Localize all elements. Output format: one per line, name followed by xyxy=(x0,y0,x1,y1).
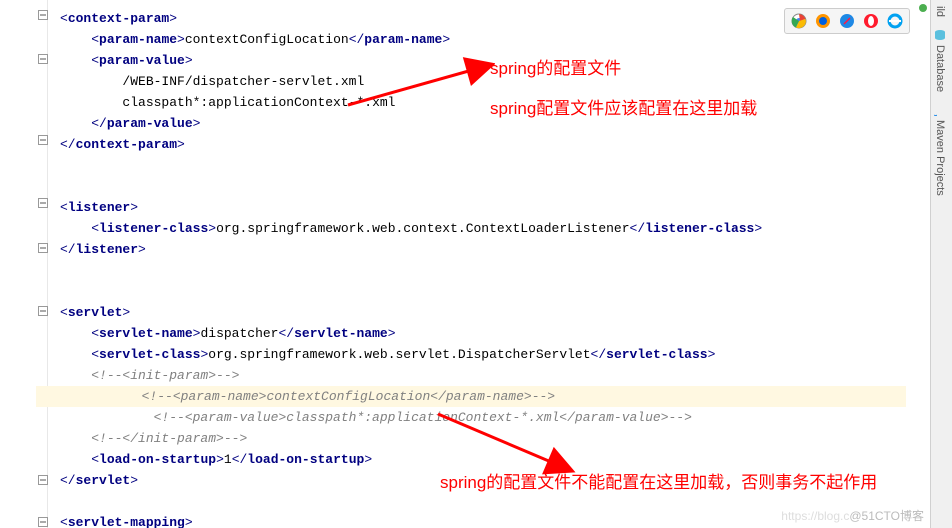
opera-icon[interactable] xyxy=(863,13,879,29)
code-line[interactable]: <servlet-name>dispatcher</servlet-name> xyxy=(48,323,920,344)
fold-toggle-icon[interactable] xyxy=(38,198,48,208)
code-line[interactable]: </context-param> xyxy=(48,134,920,155)
tab-label: ild xyxy=(934,6,946,17)
code-line[interactable]: <!--</init-param>--> xyxy=(48,428,920,449)
code-line[interactable] xyxy=(48,281,920,302)
editor-gutter xyxy=(0,0,48,528)
annotation-text: spring的配置文件 xyxy=(490,57,621,81)
code-line[interactable]: /WEB-INF/dispatcher-servlet.xml xyxy=(48,71,920,92)
code-line[interactable]: <load-on-startup>1</load-on-startup> xyxy=(48,449,920,470)
fold-toggle-icon[interactable] xyxy=(38,306,48,316)
code-line[interactable]: classpath*:applicationContext-*.xml xyxy=(48,92,920,113)
scroll-marker-icon xyxy=(918,2,928,12)
code-line[interactable] xyxy=(48,155,920,176)
ie-icon[interactable] xyxy=(887,13,903,29)
code-line[interactable]: <servlet-class>org.springframework.web.s… xyxy=(48,344,920,365)
tool-window-build-tab[interactable]: ild xyxy=(931,0,949,23)
tab-label: Database xyxy=(934,45,946,92)
code-line[interactable]: <!--<init-param>--> xyxy=(48,365,920,386)
code-line[interactable]: <param-value> xyxy=(48,50,920,71)
watermark-text: https://blog.c@51CTO博客 xyxy=(781,507,924,524)
code-line[interactable] xyxy=(48,176,920,197)
fold-toggle-icon[interactable] xyxy=(38,10,48,20)
tool-window-database-tab[interactable]: Database xyxy=(931,23,949,98)
annotation-text: spring的配置文件不能配置在这里加载，否则事务不起作用 xyxy=(440,471,880,495)
maven-icon: m xyxy=(934,104,946,116)
tab-label: Maven Projects xyxy=(934,120,946,196)
firefox-icon[interactable] xyxy=(815,13,831,29)
fold-end-icon[interactable] xyxy=(38,243,48,253)
svg-text:m: m xyxy=(934,114,941,116)
browser-preview-toolbar xyxy=(784,8,910,34)
code-line[interactable]: <listener> xyxy=(48,197,920,218)
fold-toggle-icon[interactable] xyxy=(38,517,48,527)
fold-end-icon[interactable] xyxy=(38,135,48,145)
fold-toggle-icon[interactable] xyxy=(38,54,48,64)
code-line[interactable] xyxy=(48,260,920,281)
chrome-icon[interactable] xyxy=(791,13,807,29)
tool-window-maven-tab[interactable]: m Maven Projects xyxy=(931,98,949,202)
fold-end-icon[interactable] xyxy=(38,475,48,485)
database-icon xyxy=(934,29,946,41)
annotation-text: spring配置文件应该配置在这里加载 xyxy=(490,97,757,121)
safari-icon[interactable] xyxy=(839,13,855,29)
code-line[interactable]: </param-value> xyxy=(48,113,920,134)
right-tool-window-bar: ild Database m Maven Projects xyxy=(930,0,952,528)
code-line[interactable]: </listener> xyxy=(48,239,920,260)
code-line[interactable]: <servlet> xyxy=(48,302,920,323)
code-editor[interactable]: <context-param> <param-name>contextConfi… xyxy=(48,0,920,528)
code-line[interactable]: <listener-class>org.springframework.web.… xyxy=(48,218,920,239)
code-line[interactable]: <!--<param-name>contextConfigLocation</p… xyxy=(36,386,906,407)
code-line[interactable]: <!--<param-value>classpath*:applicationC… xyxy=(48,407,920,428)
